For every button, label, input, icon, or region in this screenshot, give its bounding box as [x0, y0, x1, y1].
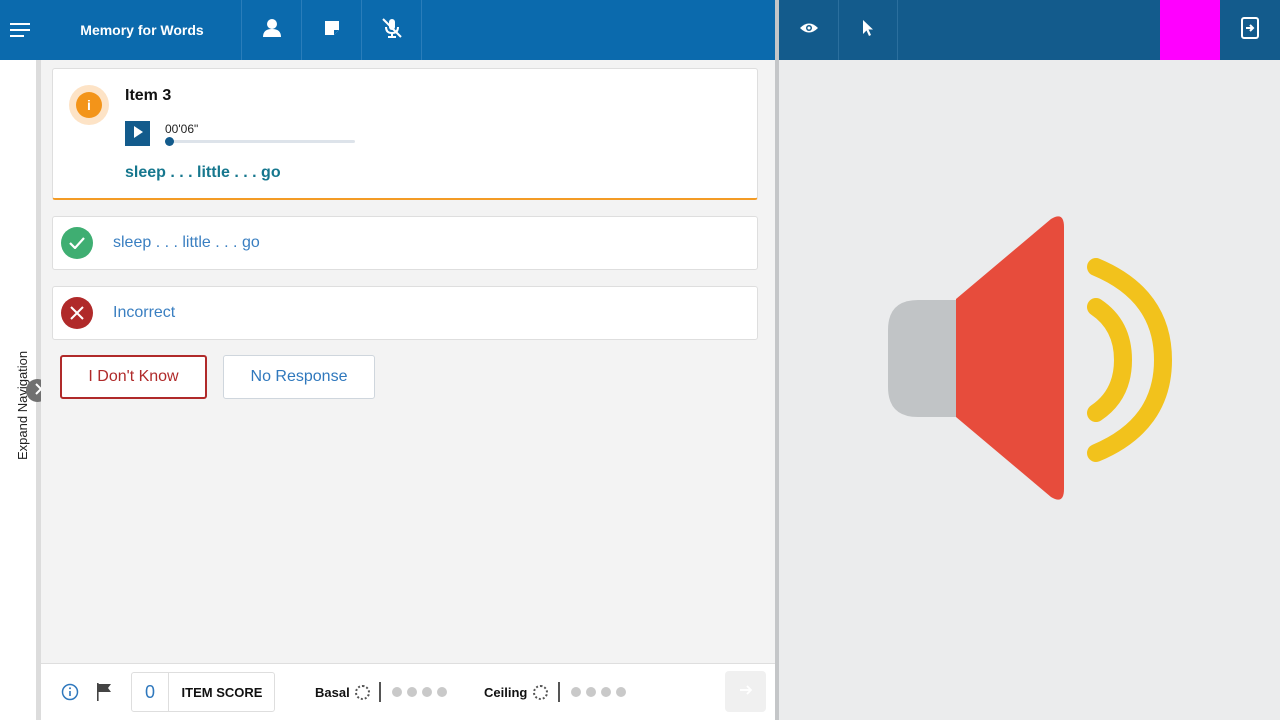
menu-icon[interactable]	[0, 0, 42, 60]
audio-progress-track[interactable]	[165, 140, 355, 143]
basal-label: Basal	[315, 685, 350, 700]
check-icon	[61, 227, 93, 259]
item-prompt: sleep . . . little . . . go	[125, 164, 281, 181]
notes-button[interactable]	[301, 0, 361, 60]
ceiling-dot	[571, 687, 581, 697]
arrow-right-icon	[739, 683, 753, 701]
stimulus-pane	[779, 60, 1280, 720]
microphone-button[interactable]	[361, 0, 422, 60]
ceiling-dot	[601, 687, 611, 697]
no-response-button[interactable]: No Response	[223, 355, 375, 399]
basal-dot	[437, 687, 447, 697]
ceiling-separator	[558, 682, 560, 702]
close-icon	[61, 297, 93, 329]
info-icon: i	[76, 92, 102, 118]
basal-separator	[379, 682, 381, 702]
item-score-box: 0 ITEM SCORE	[131, 672, 275, 712]
play-icon	[133, 125, 143, 143]
basal-status-icon	[355, 685, 370, 700]
color-marker	[1160, 0, 1220, 60]
mic-off-icon	[380, 16, 404, 45]
expand-navigation-label[interactable]: Expand Navigation	[15, 351, 30, 460]
item-score-value: 0	[132, 673, 169, 711]
item-score-label: ITEM SCORE	[181, 684, 263, 700]
page-title: Memory for Words	[80, 22, 204, 38]
eye-icon	[799, 21, 819, 40]
basal-dot	[392, 687, 402, 697]
examinee-button[interactable]	[241, 0, 301, 60]
item-card: i Item 3 00'06" sleep . . . little . . .…	[52, 68, 758, 200]
audio-time: 00'06"	[165, 122, 199, 136]
preview-button[interactable]	[779, 0, 839, 60]
flag-icon[interactable]	[96, 682, 114, 707]
basal-dot	[407, 687, 417, 697]
ceiling-label: Ceiling	[484, 685, 528, 700]
ceiling-dot	[586, 687, 596, 697]
top-toolbar: Memory for Words	[0, 0, 775, 60]
switch-screen-button[interactable]	[1220, 0, 1280, 60]
response-label: sleep . . . little . . . go	[113, 234, 260, 251]
device-switch-icon	[1240, 16, 1260, 44]
response-correct[interactable]: sleep . . . little . . . go	[52, 216, 758, 270]
info-outline-icon[interactable]	[61, 683, 79, 706]
item-title: Item 3	[125, 87, 172, 104]
speaker-volume-icon	[888, 216, 1173, 500]
audio-play-button[interactable]	[125, 121, 150, 146]
response-incorrect[interactable]: Incorrect	[52, 286, 758, 340]
person-icon	[262, 18, 282, 43]
note-icon	[323, 19, 341, 42]
audio-progress-knob[interactable]	[165, 137, 174, 146]
pointer-icon	[861, 19, 875, 42]
basal-dot	[422, 687, 432, 697]
i-dont-know-button[interactable]: I Don't Know	[60, 355, 207, 399]
next-button[interactable]	[725, 671, 766, 712]
pointer-button[interactable]	[838, 0, 898, 60]
ceiling-dot	[616, 687, 626, 697]
info-badge: i	[69, 85, 109, 125]
ceiling-status-icon	[533, 685, 548, 700]
response-label: Incorrect	[113, 304, 176, 321]
